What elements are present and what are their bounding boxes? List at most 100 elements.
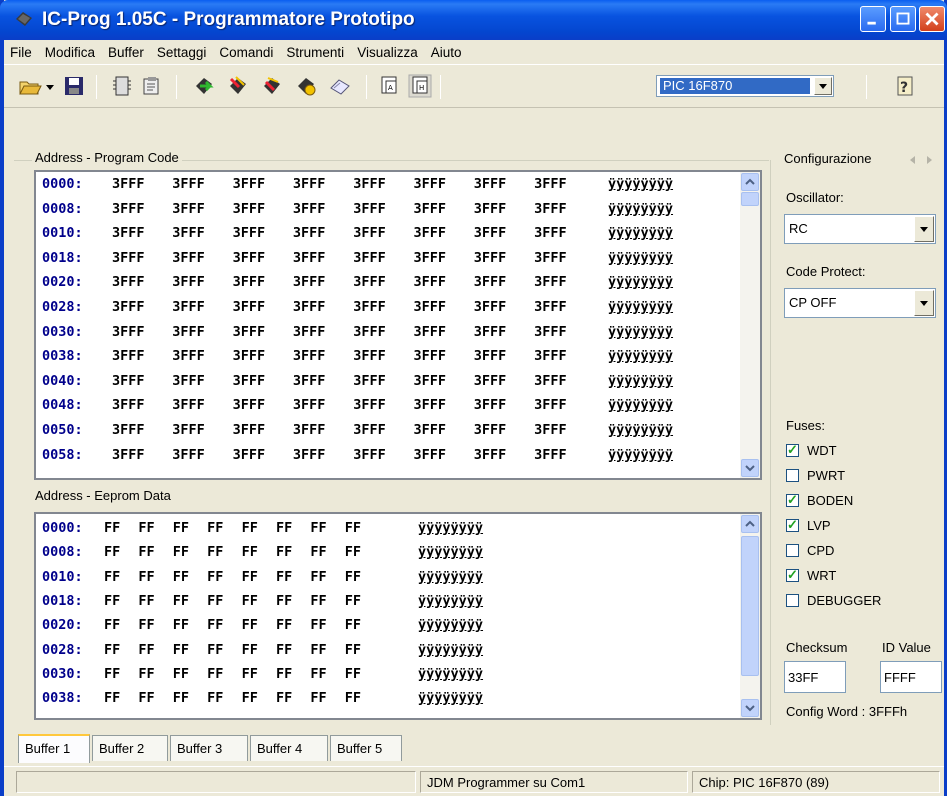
hex-byte-cell[interactable]: FF bbox=[138, 520, 172, 536]
fuse-pwrt-checkbox[interactable]: PWRT bbox=[786, 465, 845, 485]
hex-byte-cell[interactable]: FF bbox=[138, 617, 172, 633]
hex-byte-cell[interactable]: FF bbox=[242, 593, 276, 609]
maximize-button[interactable] bbox=[890, 6, 916, 32]
close-button[interactable] bbox=[919, 6, 945, 32]
hex-byte-cell[interactable]: FF bbox=[310, 617, 344, 633]
program-row[interactable]: 0020: 3FFF 3FFF 3FFF 3FFF 3FFF 3FFF 3FFF 3FFF ÿÿÿ… bbox=[42, 274, 673, 296]
hex-word-cell[interactable]: 3FFF bbox=[112, 397, 172, 413]
hex-byte-cell[interactable]: FF bbox=[276, 666, 310, 682]
scroll-up-button[interactable] bbox=[741, 173, 759, 191]
hex-word-cell[interactable]: 3FFF bbox=[112, 447, 172, 463]
eeprom-row[interactable]: 0008: FF FF FF FF FF FF FF FF ÿÿÿÿÿÿÿÿ bbox=[42, 544, 483, 566]
program-row[interactable]: 0008: 3FFF 3FFF 3FFF 3FFF 3FFF 3FFF 3FFF 3FFF ÿÿÿ… bbox=[42, 201, 673, 223]
menu-settaggi[interactable]: Settaggi bbox=[157, 45, 207, 60]
hex-byte-cell[interactable]: FF bbox=[242, 666, 276, 682]
eeprom-data-grid[interactable]: 0000: FF FF FF FF FF FF FF FF ÿÿÿÿÿÿÿÿ 0008: FF FF FF… bbox=[34, 512, 762, 720]
hex-word-cell[interactable]: 3FFF bbox=[474, 422, 534, 438]
dropdown-arrow-icon[interactable] bbox=[44, 74, 56, 98]
hex-byte-cell[interactable]: FF bbox=[207, 544, 241, 560]
hex-byte-cell[interactable]: FF bbox=[138, 690, 172, 706]
program-row[interactable]: 0058: 3FFF 3FFF 3FFF 3FFF 3FFF 3FFF 3FFF 3FFF ÿÿÿ… bbox=[42, 447, 673, 469]
view-buffer-icon[interactable]: A bbox=[378, 74, 402, 98]
hex-word-cell[interactable]: 3FFF bbox=[534, 397, 594, 413]
program-row[interactable]: 0018: 3FFF 3FFF 3FFF 3FFF 3FFF 3FFF 3FFF 3FFF ÿÿÿ… bbox=[42, 250, 673, 272]
eeprom-row[interactable]: 0010: FF FF FF FF FF FF FF FF ÿÿÿÿÿÿÿÿ bbox=[42, 569, 483, 591]
hex-byte-cell[interactable]: FF bbox=[173, 690, 207, 706]
hex-byte-cell[interactable]: FF bbox=[173, 593, 207, 609]
tab-buffer-5[interactable]: Buffer 5 bbox=[330, 735, 402, 761]
hex-word-cell[interactable]: 3FFF bbox=[293, 324, 353, 340]
tab-buffer-2[interactable]: Buffer 2 bbox=[92, 735, 168, 761]
hex-word-cell[interactable]: 3FFF bbox=[112, 373, 172, 389]
oscillator-dropdown-button[interactable] bbox=[914, 216, 934, 242]
hex-word-cell[interactable]: 3FFF bbox=[233, 373, 293, 389]
hex-word-cell[interactable]: 3FFF bbox=[172, 299, 232, 315]
hex-byte-cell[interactable]: FF bbox=[242, 642, 276, 658]
menu-buffer[interactable]: Buffer bbox=[108, 45, 144, 60]
checkbox-box[interactable]: ✓ bbox=[786, 567, 799, 582]
hex-word-cell[interactable]: 3FFF bbox=[112, 225, 172, 241]
hex-byte-cell[interactable]: FF bbox=[310, 690, 344, 706]
hex-byte-cell[interactable]: FF bbox=[345, 617, 379, 633]
hex-byte-cell[interactable]: FF bbox=[242, 569, 276, 585]
hex-byte-cell[interactable]: FF bbox=[242, 617, 276, 633]
hex-byte-cell[interactable]: FF bbox=[276, 642, 310, 658]
scroll-thumb[interactable] bbox=[741, 536, 759, 676]
hex-byte-cell[interactable]: FF bbox=[242, 520, 276, 536]
hex-byte-cell[interactable]: FF bbox=[242, 544, 276, 560]
hex-word-cell[interactable]: 3FFF bbox=[112, 176, 172, 192]
hex-word-cell[interactable]: 3FFF bbox=[474, 201, 534, 217]
eeprom-row[interactable]: 0020: FF FF FF FF FF FF FF FF ÿÿÿÿÿÿÿÿ bbox=[42, 617, 483, 639]
hex-word-cell[interactable]: 3FFF bbox=[293, 397, 353, 413]
hex-byte-cell[interactable]: FF bbox=[173, 617, 207, 633]
fuse-wrt-checkbox[interactable]: ✓ WRT bbox=[786, 565, 836, 585]
hex-byte-cell[interactable]: FF bbox=[310, 569, 344, 585]
hex-word-cell[interactable]: 3FFF bbox=[293, 176, 353, 192]
hex-word-cell[interactable]: 3FFF bbox=[233, 447, 293, 463]
tab-buffer-1[interactable]: Buffer 1 bbox=[18, 734, 90, 763]
hex-byte-cell[interactable]: FF bbox=[345, 690, 379, 706]
verify-chip-icon[interactable] bbox=[294, 74, 318, 98]
fuse-lvp-checkbox[interactable]: ✓ LVP bbox=[786, 515, 831, 535]
hex-word-cell[interactable]: 3FFF bbox=[353, 373, 413, 389]
hex-word-cell[interactable]: 3FFF bbox=[534, 447, 594, 463]
hex-word-cell[interactable]: 3FFF bbox=[413, 250, 473, 266]
hex-word-cell[interactable]: 3FFF bbox=[534, 274, 594, 290]
hex-byte-cell[interactable]: FF bbox=[104, 617, 138, 633]
hex-word-cell[interactable]: 3FFF bbox=[474, 373, 534, 389]
hex-word-cell[interactable]: 3FFF bbox=[413, 447, 473, 463]
hex-word-cell[interactable]: 3FFF bbox=[233, 324, 293, 340]
menu-file[interactable]: File bbox=[10, 45, 32, 60]
hex-word-cell[interactable]: 3FFF bbox=[474, 225, 534, 241]
hex-word-cell[interactable]: 3FFF bbox=[474, 176, 534, 192]
hex-word-cell[interactable]: 3FFF bbox=[353, 201, 413, 217]
hex-word-cell[interactable]: 3FFF bbox=[293, 447, 353, 463]
fuse-boden-checkbox[interactable]: ✓ BODEN bbox=[786, 490, 853, 510]
hex-byte-cell[interactable]: FF bbox=[242, 690, 276, 706]
hex-byte-cell[interactable]: FF bbox=[104, 520, 138, 536]
hex-byte-cell[interactable]: FF bbox=[276, 520, 310, 536]
hex-byte-cell[interactable]: FF bbox=[138, 593, 172, 609]
checkbox-box[interactable]: ✓ bbox=[786, 492, 799, 507]
hex-word-cell[interactable]: 3FFF bbox=[413, 274, 473, 290]
hex-word-cell[interactable]: 3FFF bbox=[172, 373, 232, 389]
hex-word-cell[interactable]: 3FFF bbox=[534, 299, 594, 315]
hex-byte-cell[interactable]: FF bbox=[310, 593, 344, 609]
hex-word-cell[interactable]: 3FFF bbox=[112, 348, 172, 364]
program-row[interactable]: 0050: 3FFF 3FFF 3FFF 3FFF 3FFF 3FFF 3FFF 3FFF ÿÿÿ… bbox=[42, 422, 673, 444]
hex-word-cell[interactable]: 3FFF bbox=[353, 348, 413, 364]
checkbox-box[interactable] bbox=[786, 543, 799, 557]
open-icon[interactable] bbox=[18, 74, 42, 98]
chip-select[interactable]: PIC 16F870 bbox=[656, 75, 834, 97]
eeprom-row[interactable]: 0030: FF FF FF FF FF FF FF FF ÿÿÿÿÿÿÿÿ bbox=[42, 666, 483, 688]
hex-word-cell[interactable]: 3FFF bbox=[353, 397, 413, 413]
hex-word-cell[interactable]: 3FFF bbox=[353, 176, 413, 192]
program-chip-icon[interactable] bbox=[226, 74, 250, 98]
hex-byte-cell[interactable]: FF bbox=[310, 520, 344, 536]
hex-word-cell[interactable]: 3FFF bbox=[112, 201, 172, 217]
hex-word-cell[interactable]: 3FFF bbox=[233, 274, 293, 290]
hex-byte-cell[interactable]: FF bbox=[310, 666, 344, 682]
hex-word-cell[interactable]: 3FFF bbox=[293, 201, 353, 217]
checksum-field[interactable]: 33FF bbox=[784, 661, 846, 693]
hex-byte-cell[interactable]: FF bbox=[173, 544, 207, 560]
